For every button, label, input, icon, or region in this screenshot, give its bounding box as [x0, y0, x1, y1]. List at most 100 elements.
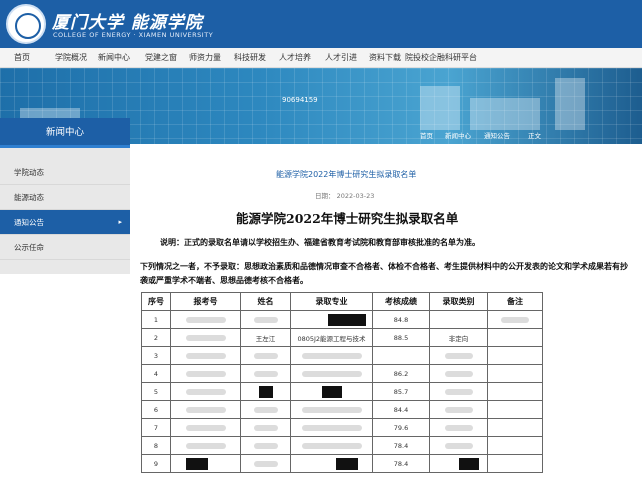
- nav-item-education[interactable]: 人才培养: [279, 52, 311, 63]
- sidebar-title: 新闻中心: [0, 118, 130, 148]
- breadcrumb-current: 正文: [528, 132, 541, 140]
- sidebar: 新闻中心 学院动态 能源动态 通知公告 公示任命: [0, 118, 130, 274]
- sidebar-item-notices[interactable]: 通知公告: [0, 210, 130, 235]
- cell-no: 9: [141, 454, 171, 473]
- cell-category: [429, 400, 488, 419]
- cell-remark: [487, 400, 543, 419]
- cell-category: [429, 418, 488, 437]
- cell-score: 86.2: [372, 364, 430, 383]
- blurred-text: [253, 406, 278, 413]
- blurred-text: [185, 388, 226, 395]
- nav-item-news[interactable]: 新闻中心: [98, 52, 130, 63]
- table-row: 2 王左江 0805J2能源工程与技术 88.5 非定向: [141, 328, 543, 347]
- breadcrumb-home[interactable]: 首页: [420, 130, 433, 140]
- site-name-cn[interactable]: 厦门大学 能源学院: [52, 8, 203, 33]
- cell-no: 2: [141, 328, 171, 347]
- cell-no: 4: [141, 364, 171, 383]
- cell-category: [429, 436, 488, 455]
- column-header: 录取专业: [290, 292, 373, 311]
- blurred-text: [444, 352, 473, 359]
- blurred-text: [253, 424, 278, 431]
- cell-major: [290, 400, 373, 419]
- cell-name: [240, 400, 291, 419]
- column-header: 考核成绩: [372, 292, 430, 311]
- cell-exam-no: [170, 400, 241, 419]
- cell-exam-no: [170, 364, 241, 383]
- column-header: 报考号: [170, 292, 241, 311]
- cell-remark: [487, 382, 543, 401]
- cell-major: [290, 382, 373, 401]
- blurred-text: [185, 406, 226, 413]
- cell-no: 5: [141, 382, 171, 401]
- table-row: 3: [141, 346, 543, 365]
- nav-item-faculty[interactable]: 师资力量: [189, 52, 221, 63]
- banner-building-shape: [470, 98, 540, 130]
- cell-remark: [487, 328, 543, 347]
- cell-no: 6: [141, 400, 171, 419]
- article-date: 日期： 2022-03-23: [315, 192, 375, 200]
- cell-major: [290, 454, 373, 473]
- cell-major: [290, 310, 373, 329]
- breadcrumb-notices[interactable]: 通知公告: [484, 130, 510, 140]
- cell-remark: [487, 346, 543, 365]
- column-header: 序号: [141, 292, 171, 311]
- article-title-link: 能源学院2022年博士研究生拟录取名单: [276, 170, 417, 179]
- cell-score: 78.4: [372, 454, 430, 473]
- sidebar-item-college-news[interactable]: 学院动态: [0, 160, 130, 185]
- cell-major: [290, 436, 373, 455]
- blurred-text: [301, 352, 362, 359]
- cell-score: 84.8: [372, 310, 430, 329]
- nav-item-home[interactable]: 首页: [14, 52, 30, 63]
- university-logo-icon[interactable]: [6, 4, 46, 44]
- cell-category: [429, 454, 488, 473]
- cell-remark: [487, 310, 543, 329]
- sidebar-item-appointments[interactable]: 公示任命: [0, 235, 130, 260]
- blurred-text: [301, 406, 362, 413]
- cell-major: 0805J2能源工程与技术: [290, 328, 373, 347]
- table-row: 8 78.4: [141, 436, 543, 455]
- cell-exam-no: [170, 454, 241, 473]
- cell-remark: [487, 454, 543, 473]
- blurred-text: [185, 442, 226, 449]
- cell-category: [429, 382, 488, 401]
- main-nav: 首页 学院概况 新闻中心 党建之窗 师资力量 科技研发 人才培养 人才引进 资料…: [0, 48, 642, 68]
- nav-item-recruitment[interactable]: 人才引进: [325, 52, 357, 63]
- redaction-block: [258, 385, 273, 398]
- nav-item-research[interactable]: 科技研发: [234, 52, 266, 63]
- cell-exam-no: [170, 328, 241, 347]
- sidebar-item-energy-news[interactable]: 能源动态: [0, 185, 130, 210]
- nav-item-downloads[interactable]: 资料下载: [369, 52, 401, 63]
- cell-name: [240, 418, 291, 437]
- blurred-text: [301, 370, 362, 377]
- nav-item-party[interactable]: 党建之窗: [145, 52, 177, 63]
- blurred-text: [444, 406, 473, 413]
- cell-category: [429, 346, 488, 365]
- cell-name: 王左江: [240, 328, 291, 347]
- article-paragraph: 下列情况之一者，不予录取：思想政治素质和品德情况审查不合格者、体检不合格者、考生…: [140, 262, 628, 285]
- cell-score: 84.4: [372, 400, 430, 419]
- blurred-text: [301, 442, 362, 449]
- site-name-en: COLLEGE OF ENERGY · XIAMEN UNIVERSITY: [53, 31, 214, 39]
- blurred-text: [501, 316, 529, 323]
- blurred-text: [253, 442, 278, 449]
- nav-item-about[interactable]: 学院概况: [55, 52, 87, 63]
- blurred-text: [185, 334, 226, 341]
- cell-no: 8: [141, 436, 171, 455]
- redaction-block: [458, 457, 479, 470]
- cell-name: [240, 346, 291, 365]
- cell-name: [240, 382, 291, 401]
- cell-exam-no: [170, 346, 241, 365]
- cell-score: 88.5: [372, 328, 430, 347]
- cell-name: [240, 310, 291, 329]
- cell-exam-no: [170, 310, 241, 329]
- table-row: 6 84.4: [141, 400, 543, 419]
- blurred-text: [253, 460, 278, 467]
- banner-building-shape: [420, 86, 460, 130]
- table-row: 4 86.2: [141, 364, 543, 383]
- nav-item-platform[interactable]: 院投校企融科研平台: [405, 52, 477, 63]
- breadcrumb-news[interactable]: 新闻中心: [445, 130, 471, 140]
- article-note: 说明：正式的录取名单请以学校招生办、福建省教育考试院和教育部审核批准的名单为准。: [160, 238, 480, 247]
- redaction-block: [321, 385, 342, 398]
- blurred-text: [185, 316, 226, 323]
- cell-exam-no: [170, 382, 241, 401]
